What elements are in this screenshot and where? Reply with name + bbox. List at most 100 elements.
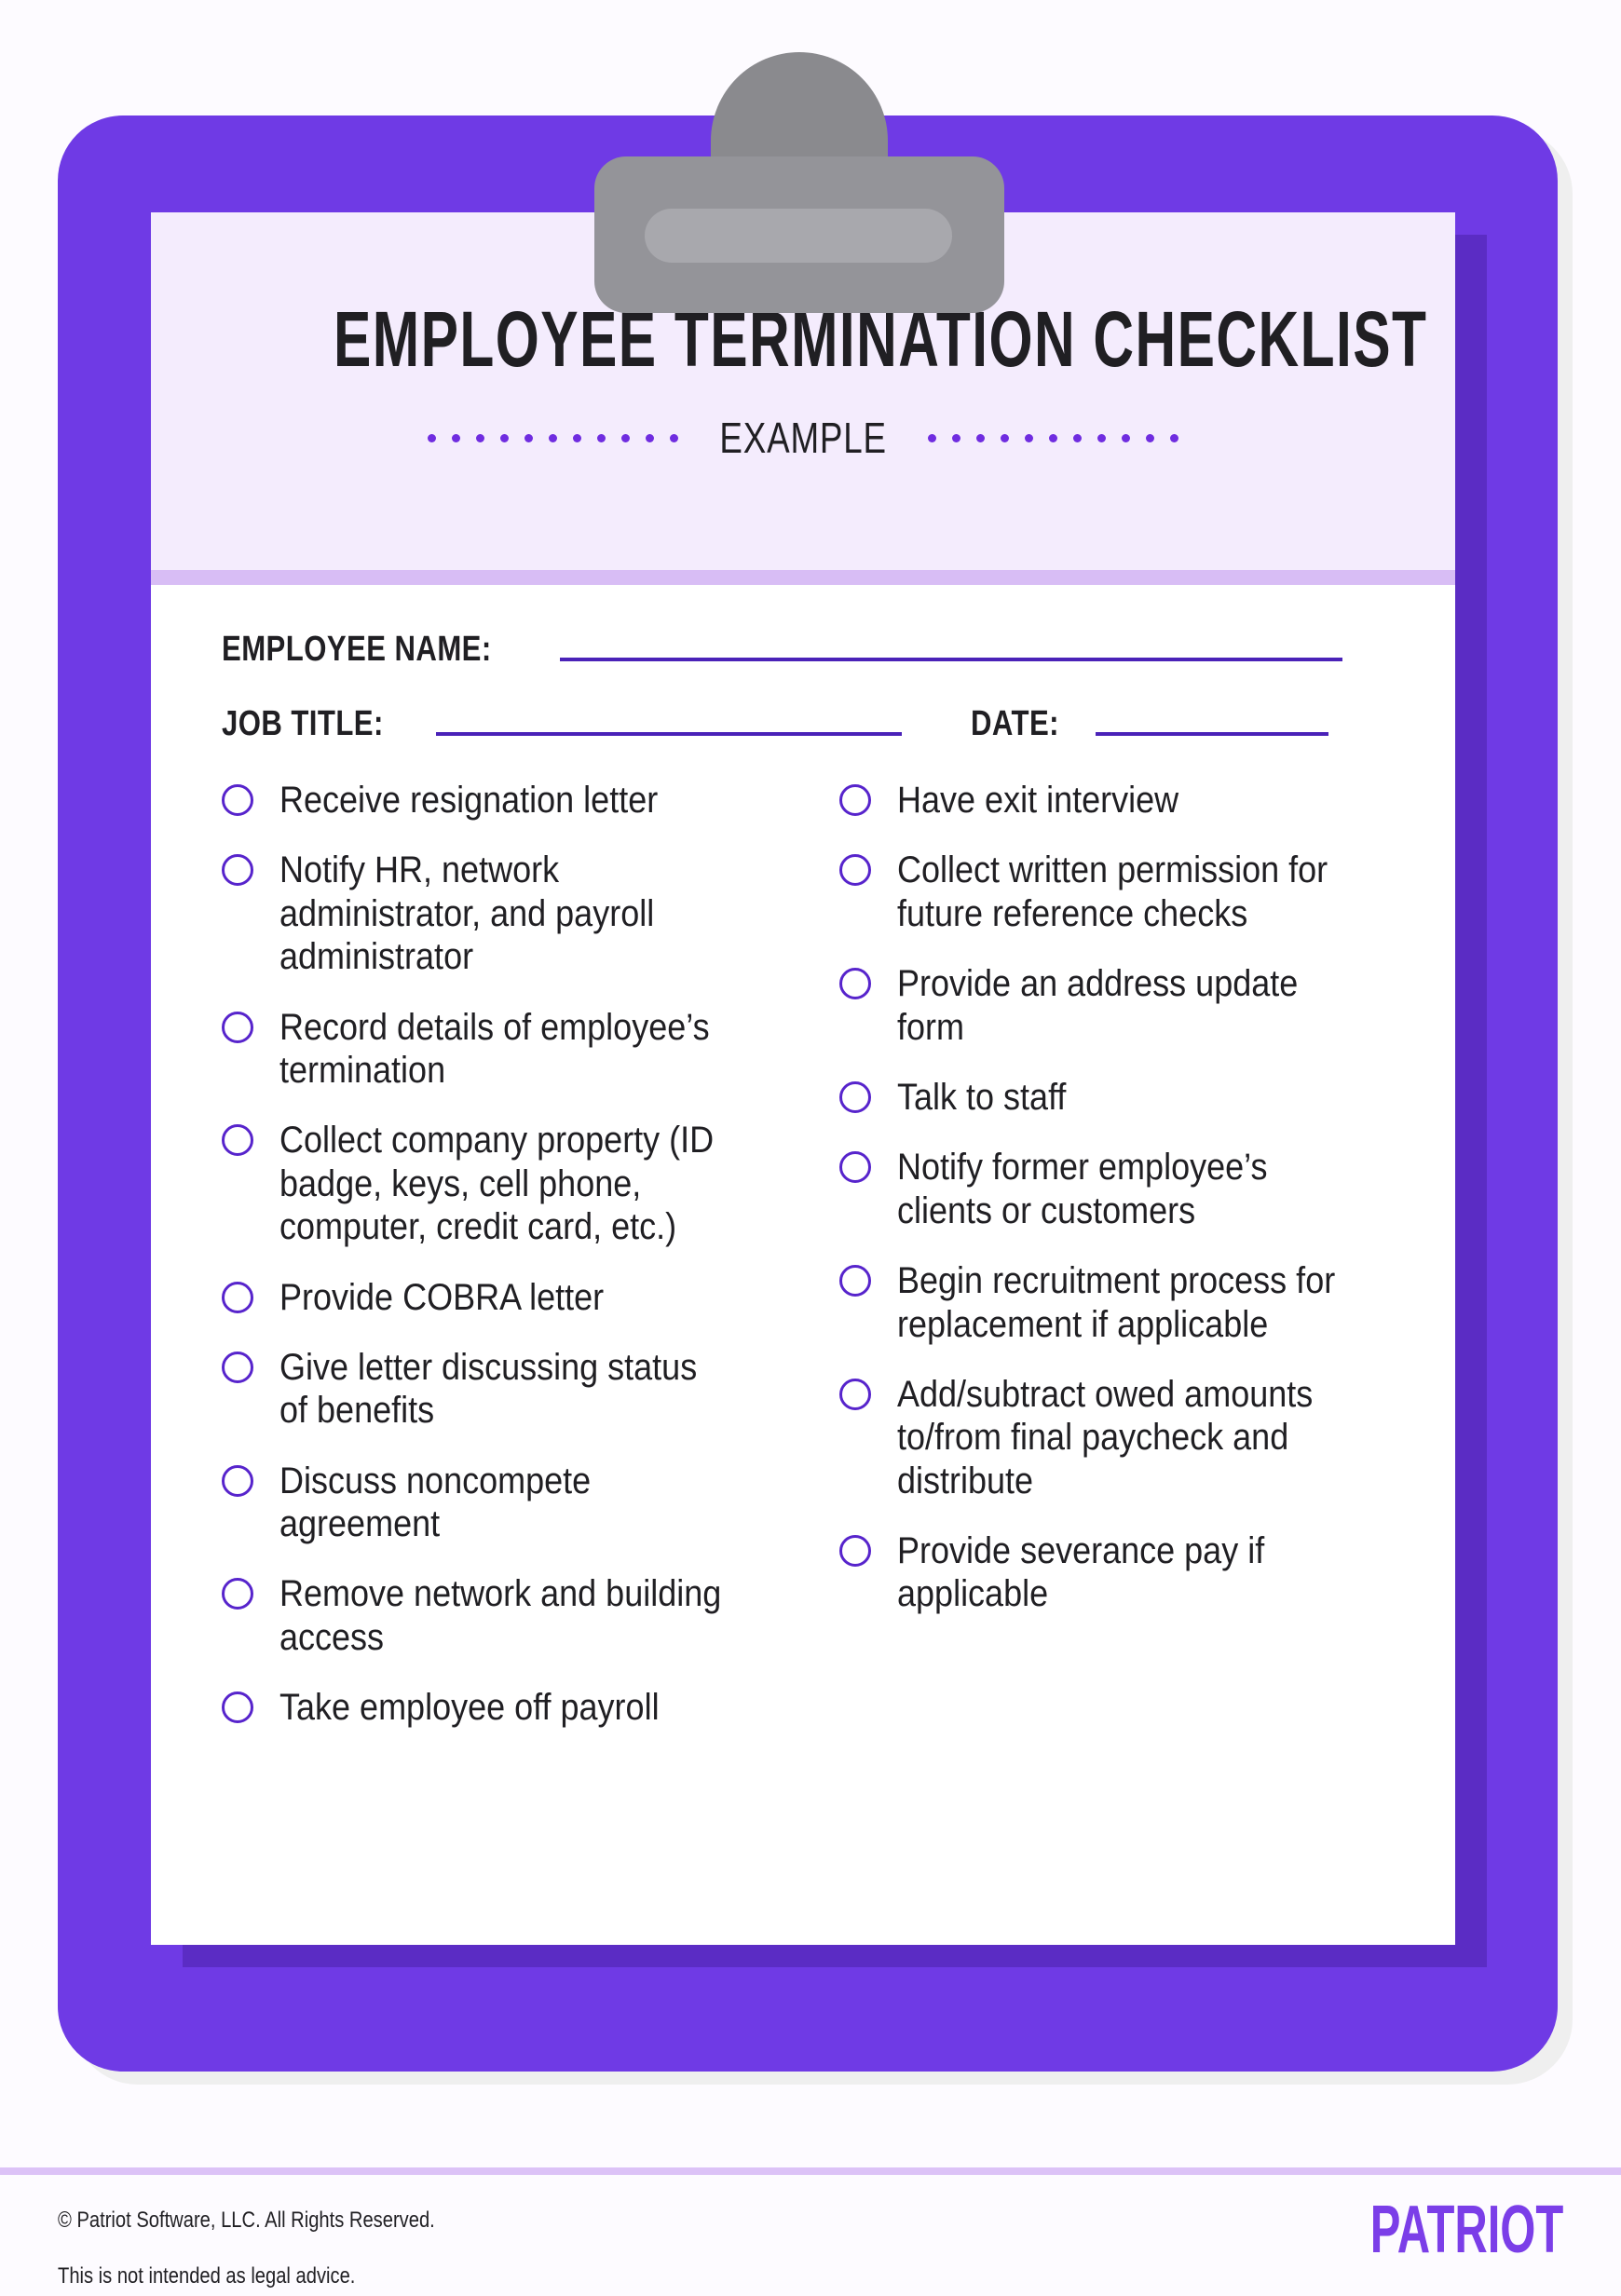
- list-item-label: Notify former employee’s clients or cust…: [897, 1147, 1268, 1231]
- decorative-dot: [1122, 433, 1131, 442]
- decorative-dot: [499, 433, 509, 442]
- decorative-dot: [1097, 433, 1107, 442]
- checklist-paper: EMPLOYEE TERMINATION CHECKLIST EXAMPLE E…: [151, 212, 1455, 1945]
- checkbox-icon[interactable]: [839, 1378, 871, 1410]
- list-item[interactable]: Record details of employee’s termination: [222, 1006, 778, 1093]
- decorative-dot: [1001, 433, 1010, 442]
- list-item[interactable]: Add/subtract owed amounts to/from final …: [839, 1373, 1396, 1502]
- checkbox-icon[interactable]: [839, 1080, 871, 1113]
- list-item[interactable]: Discuss noncompete agreement: [222, 1460, 778, 1546]
- checkbox-icon[interactable]: [222, 1011, 253, 1043]
- checkbox-icon[interactable]: [222, 1281, 253, 1313]
- example-subtitle-row: EXAMPLE: [151, 413, 1455, 463]
- checkbox-icon[interactable]: [839, 1535, 871, 1568]
- list-item-label: Add/subtract owed amounts to/from final …: [897, 1373, 1314, 1501]
- checkbox-icon[interactable]: [839, 854, 871, 887]
- list-item-label: Provide an address update form: [897, 963, 1299, 1048]
- list-item[interactable]: Receive resignation letter: [222, 779, 778, 822]
- list-item[interactable]: Provide an address update form: [839, 962, 1396, 1049]
- decorative-dot: [928, 433, 937, 442]
- footer-divider: [0, 2167, 1621, 2175]
- decorative-dot: [1170, 433, 1179, 442]
- list-item-label: Provide COBRA letter: [279, 1276, 605, 1318]
- list-item[interactable]: Give letter discussing status of benefit…: [222, 1346, 778, 1433]
- list-item[interactable]: Remove network and building access: [222, 1572, 778, 1659]
- list-item[interactable]: Notify former employee’s clients or cust…: [839, 1146, 1396, 1232]
- decorative-dot: [669, 433, 678, 442]
- footer-copyright: © Patriot Software, LLC. All Rights Rese…: [58, 2208, 435, 2233]
- list-item-label: Take employee off payroll: [279, 1687, 660, 1729]
- decorative-dot: [1146, 433, 1155, 442]
- decorative-dot: [1025, 433, 1034, 442]
- decorative-dot: [572, 433, 581, 442]
- list-item-label: Collect written permission for future re…: [897, 849, 1328, 934]
- decorative-dot: [1049, 433, 1058, 442]
- clipboard-clip-icon: [594, 52, 1004, 313]
- checkbox-icon[interactable]: [839, 1151, 871, 1184]
- list-item[interactable]: Provide severance pay if applicable: [839, 1529, 1396, 1616]
- checkbox-icon[interactable]: [222, 854, 253, 887]
- checkbox-icon[interactable]: [839, 1265, 871, 1297]
- decorative-dot: [952, 433, 961, 442]
- decorative-dot: [645, 433, 654, 442]
- decorative-dot: [596, 433, 606, 442]
- header-divider-rule: [151, 570, 1455, 585]
- date-label: DATE:: [970, 704, 1059, 743]
- decorative-dot: [620, 433, 630, 442]
- list-item-label: Receive resignation letter: [279, 780, 659, 821]
- list-item[interactable]: Collect company property (ID badge, keys…: [222, 1119, 778, 1248]
- list-item[interactable]: Collect written permission for future re…: [839, 849, 1396, 935]
- checkbox-icon[interactable]: [222, 1351, 253, 1383]
- checkbox-icon[interactable]: [839, 968, 871, 1000]
- decorative-dot: [427, 433, 436, 442]
- list-item[interactable]: Talk to staff: [839, 1076, 1396, 1119]
- list-item-label: Talk to staff: [897, 1076, 1067, 1118]
- list-item-label: Discuss noncompete agreement: [279, 1460, 592, 1545]
- clip-body: [594, 156, 1004, 313]
- list-item[interactable]: Provide COBRA letter: [222, 1276, 778, 1319]
- checkbox-icon[interactable]: [222, 1691, 253, 1724]
- checkbox-icon[interactable]: [222, 1578, 253, 1610]
- dot-run-right: [928, 433, 1179, 442]
- list-item-label: Notify HR, network administrator, and pa…: [279, 849, 655, 978]
- checklist-left-column: Receive resignation letter Notify HR, ne…: [222, 779, 778, 1757]
- checkbox-icon[interactable]: [222, 1464, 253, 1497]
- decorative-dot: [548, 433, 557, 442]
- decorative-dot: [451, 433, 460, 442]
- patriot-logo: PATRIOT: [1369, 2193, 1563, 2267]
- list-item[interactable]: Have exit interview: [839, 779, 1396, 822]
- page-root: EMPLOYEE TERMINATION CHECKLIST EXAMPLE E…: [0, 0, 1621, 2296]
- checkbox-icon[interactable]: [222, 1124, 253, 1157]
- list-item-label: Collect company property (ID badge, keys…: [279, 1120, 715, 1248]
- footer-disclaimer: This is not intended as legal advice.: [58, 2263, 356, 2289]
- job-title-date-row: JOB TITLE: DATE:: [222, 706, 1384, 741]
- example-label: EXAMPLE: [719, 414, 887, 462]
- checkbox-icon[interactable]: [222, 784, 253, 816]
- decorative-dot: [475, 433, 484, 442]
- job-title-input[interactable]: [435, 732, 902, 736]
- employee-name-input[interactable]: [560, 658, 1343, 661]
- form-fields: EMPLOYEE NAME: JOB TITLE: DATE:: [222, 632, 1384, 781]
- list-item[interactable]: Take employee off payroll: [222, 1686, 778, 1729]
- checkbox-icon[interactable]: [839, 784, 871, 816]
- list-item-label: Give letter discussing status of benefit…: [279, 1346, 698, 1432]
- list-item[interactable]: Begin recruitment process for replacemen…: [839, 1259, 1396, 1346]
- decorative-dot: [1073, 433, 1083, 442]
- footer-legal: © Patriot Software, LLC. All Rights Rese…: [58, 2209, 435, 2288]
- decorative-dot: [524, 433, 533, 442]
- decorative-dot: [976, 433, 986, 442]
- list-item-label: Record details of employee’s termination: [279, 1006, 710, 1091]
- list-item-label: Remove network and building access: [279, 1573, 722, 1658]
- job-title-label: JOB TITLE:: [222, 704, 384, 743]
- clip-inner-pill: [645, 209, 952, 263]
- checklist-right-column: Have exit interview Collect written perm…: [839, 779, 1396, 1757]
- date-input[interactable]: [1095, 732, 1328, 736]
- list-item-label: Begin recruitment process for replacemen…: [897, 1260, 1336, 1345]
- list-item-label: Have exit interview: [897, 780, 1179, 821]
- checklist-columns: Receive resignation letter Notify HR, ne…: [222, 779, 1396, 1757]
- dot-run-left: [427, 433, 678, 442]
- list-item[interactable]: Notify HR, network administrator, and pa…: [222, 849, 778, 978]
- employee-name-label: EMPLOYEE NAME:: [222, 630, 492, 669]
- list-item-label: Provide severance pay if applicable: [897, 1530, 1265, 1615]
- employee-name-row: EMPLOYEE NAME:: [222, 632, 1384, 667]
